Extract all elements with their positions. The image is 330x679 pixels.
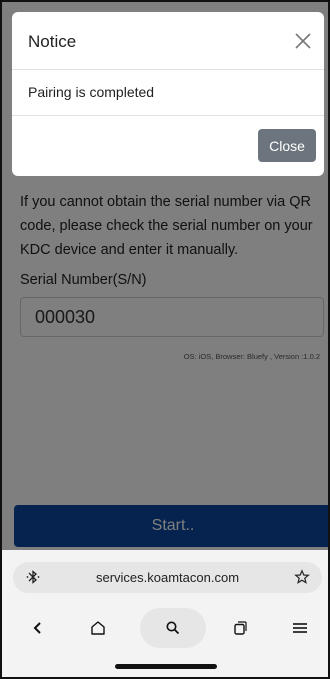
browser-toolbar: services.koamtacon.com bbox=[2, 550, 328, 677]
tabs-button[interactable] bbox=[216, 608, 264, 648]
home-button[interactable] bbox=[74, 608, 122, 648]
menu-button[interactable] bbox=[276, 608, 324, 648]
home-icon bbox=[91, 621, 105, 635]
back-icon bbox=[33, 622, 41, 634]
phone-screen: If you cannot obtain the serial number v… bbox=[0, 0, 330, 679]
address-bar[interactable]: services.koamtacon.com bbox=[13, 562, 322, 593]
search-icon bbox=[166, 621, 180, 635]
modal-footer: Close bbox=[12, 116, 324, 176]
star-icon[interactable] bbox=[294, 569, 310, 585]
modal-title: Notice bbox=[28, 32, 77, 51]
browser-nav-row bbox=[2, 608, 328, 648]
modal-message: Pairing is completed bbox=[28, 84, 155, 100]
home-indicator[interactable] bbox=[115, 664, 217, 669]
close-icon bbox=[295, 33, 311, 49]
back-button[interactable] bbox=[14, 608, 62, 648]
modal-body: Pairing is completed bbox=[12, 70, 324, 116]
menu-icon bbox=[293, 623, 307, 633]
notice-modal: Notice Pairing is completed Close bbox=[12, 12, 324, 176]
close-button[interactable]: Close bbox=[258, 129, 316, 162]
search-button[interactable] bbox=[140, 608, 206, 648]
tabs-icon bbox=[234, 621, 247, 635]
modal-close-x-button[interactable] bbox=[290, 28, 316, 54]
url-text: services.koamtacon.com bbox=[95, 570, 240, 585]
modal-header: Notice bbox=[12, 12, 324, 70]
